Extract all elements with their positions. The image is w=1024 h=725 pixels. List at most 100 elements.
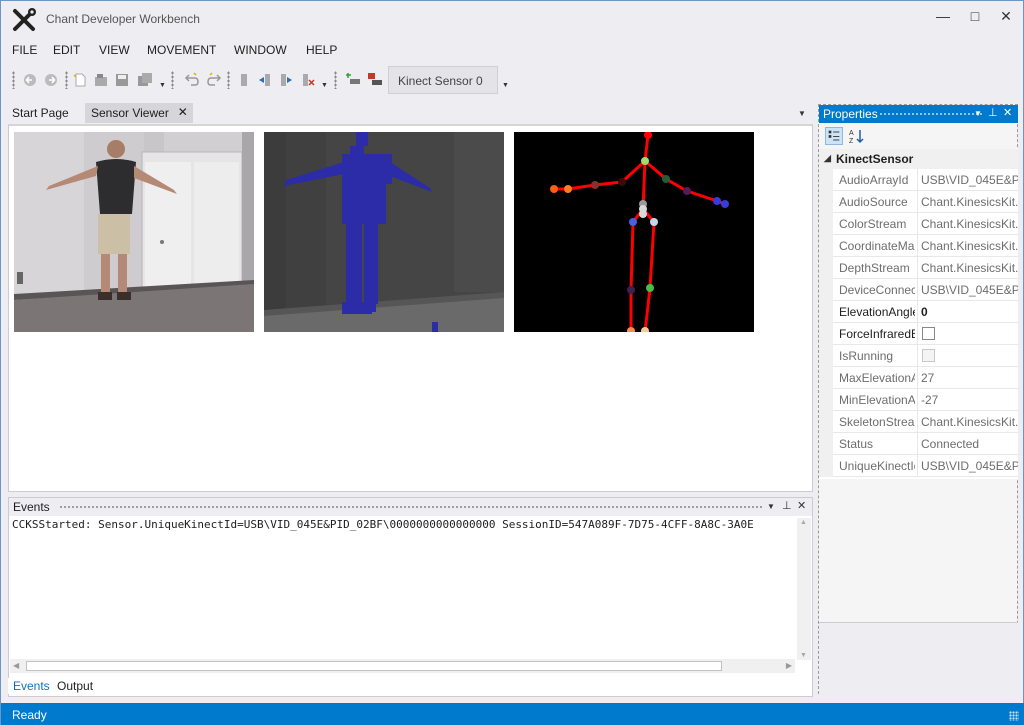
events-horizontal-scrollbar[interactable]: ◀ ▶ (10, 659, 795, 673)
force-infrared-checkbox[interactable] (922, 327, 935, 340)
panel-menu-chevron-icon[interactable]: ▼ (974, 109, 982, 118)
property-name: MinElevationAngle (839, 393, 915, 407)
tab-sensor-viewer[interactable]: Sensor Viewer ✕ (85, 103, 193, 123)
property-value[interactable]: Chant.KinesicsKit.C (917, 235, 1018, 257)
property-category[interactable]: ◢ KinectSensor (819, 149, 1018, 169)
menu-window[interactable]: WINDOW (234, 43, 287, 57)
window-title: Chant Developer Workbench (46, 12, 200, 26)
close-icon[interactable]: ✕ (1003, 106, 1012, 119)
bookmark-icon[interactable] (236, 72, 252, 88)
property-row[interactable]: Status Connected (819, 433, 1018, 455)
property-value[interactable]: -27 (917, 389, 1018, 411)
kinect-sensor-dropdown[interactable]: Kinect Sensor 0 (388, 66, 498, 94)
forward-icon[interactable] (43, 72, 59, 88)
bookmark-next-icon[interactable] (278, 72, 294, 88)
new-file-icon[interactable] (72, 72, 88, 88)
tab-events[interactable]: Events (8, 678, 55, 694)
tab-start-page[interactable]: Start Page (6, 103, 75, 123)
tab-sensor-viewer-label: Sensor Viewer (91, 106, 169, 120)
property-row[interactable]: ColorStream Chant.KinesicsKit.C (819, 213, 1018, 235)
property-value[interactable]: Connected (917, 433, 1018, 455)
property-value[interactable]: Chant.KinesicsKit.D (917, 257, 1018, 279)
panel-grip[interactable] (879, 112, 983, 117)
properties-panel-title: Properties (823, 107, 878, 121)
property-value (917, 323, 1018, 345)
close-window-button[interactable]: ✕ (991, 5, 1021, 27)
property-value[interactable]: Chant.KinesicsKit.S (917, 411, 1018, 433)
property-value[interactable]: 0 (917, 301, 1018, 323)
collapse-triangle-icon[interactable]: ◢ (824, 153, 831, 164)
property-row[interactable]: ElevationAngle 0 (819, 301, 1018, 323)
status-bar: Ready (1, 703, 1024, 725)
resize-grip-icon[interactable] (1009, 711, 1019, 721)
save-all-icon[interactable] (137, 72, 153, 88)
bottom-tab-strip: Events Output (8, 677, 813, 697)
chevron-down-icon[interactable]: ▼ (159, 82, 166, 89)
scroll-left-icon[interactable]: ◀ (13, 661, 19, 670)
minimize-button[interactable]: — (928, 5, 958, 27)
property-value[interactable]: USB\VID_045E&PID_ (917, 279, 1018, 301)
sensor-disconnect-icon[interactable] (367, 72, 383, 88)
back-icon[interactable] (22, 72, 38, 88)
horizontal-scroll-thumb[interactable] (26, 661, 722, 671)
property-value[interactable]: Chant.KinesicsKit.K (917, 191, 1018, 213)
property-value[interactable]: USB\VID_045E&PID_ (917, 455, 1018, 477)
pin-icon[interactable]: ⊥ (782, 499, 792, 512)
event-log-line: CCKSStarted: Sensor.UniqueKinectId=USB\V… (12, 518, 754, 531)
property-name: UniqueKinectId (839, 459, 915, 473)
property-row[interactable]: AudioArrayId USB\VID_045E&PID_ (819, 169, 1018, 191)
property-name: Status (839, 437, 874, 451)
property-row[interactable]: IsRunning (819, 345, 1018, 367)
tab-output[interactable]: Output (52, 678, 98, 694)
property-name: CoordinateMapper (839, 239, 915, 253)
save-icon[interactable] (114, 72, 130, 88)
events-vertical-scrollbar[interactable]: ▲ ▼ (797, 518, 811, 660)
property-row[interactable]: MinElevationAngle-27 (819, 389, 1018, 411)
undo-icon[interactable] (184, 72, 200, 88)
title-bar: Chant Developer Workbench — □ ✕ (1, 1, 1023, 37)
property-row[interactable]: DeviceConnectionIdUSB\VID_045E&PID_ (819, 279, 1018, 301)
property-value[interactable]: Chant.KinesicsKit.C (917, 213, 1018, 235)
close-icon[interactable]: ✕ (178, 105, 188, 119)
menu-view[interactable]: VIEW (99, 43, 130, 57)
property-row[interactable]: CoordinateMapperChant.KinesicsKit.C (819, 235, 1018, 257)
property-row[interactable]: ForceInfraredEmitterOff (819, 323, 1018, 345)
property-row[interactable]: SkeletonStreamChant.KinesicsKit.S (819, 411, 1018, 433)
chevron-down-icon[interactable]: ▼ (321, 82, 328, 89)
menu-edit[interactable]: EDIT (53, 43, 80, 57)
property-row[interactable]: MaxElevationAngle27 (819, 367, 1018, 389)
row-gutter (819, 257, 833, 279)
scroll-down-icon[interactable]: ▼ (800, 652, 807, 659)
close-icon[interactable]: ✕ (797, 499, 806, 512)
chevron-down-icon[interactable]: ▼ (502, 82, 509, 89)
events-panel-title: Events (13, 500, 50, 514)
property-name: ElevationAngle (839, 305, 915, 319)
categorized-view-icon[interactable] (825, 127, 843, 145)
property-category-label: KinectSensor (836, 152, 914, 166)
tools-icon (13, 8, 36, 31)
property-row[interactable]: DepthStream Chant.KinesicsKit.D (819, 257, 1018, 279)
pin-icon[interactable]: ⊥ (988, 106, 998, 119)
sensor-connect-icon[interactable] (345, 72, 361, 88)
property-value[interactable]: 27 (917, 367, 1018, 389)
maximize-button[interactable]: □ (960, 5, 990, 27)
scroll-up-icon[interactable]: ▲ (800, 519, 807, 526)
toolbar-grip[interactable] (12, 71, 15, 89)
alphabetical-sort-icon[interactable]: A Z (847, 127, 865, 145)
bookmark-prev-icon[interactable] (257, 72, 273, 88)
menu-movement[interactable]: MOVEMENT (147, 43, 216, 57)
open-icon[interactable] (93, 72, 109, 88)
property-row[interactable]: UniqueKinectIdUSB\VID_045E&PID_ (819, 455, 1018, 477)
property-value[interactable]: USB\VID_045E&PID_ (917, 169, 1018, 191)
scroll-right-icon[interactable]: ▶ (786, 661, 792, 670)
clear-bookmarks-icon[interactable] (300, 72, 316, 88)
tab-overflow-chevron-icon[interactable]: ▼ (798, 109, 806, 118)
menu-help[interactable]: HELP (306, 43, 337, 57)
is-running-checkbox (922, 349, 935, 362)
redo-icon[interactable] (206, 72, 222, 88)
panel-menu-chevron-icon[interactable]: ▼ (767, 502, 775, 511)
menu-file[interactable]: FILE (12, 43, 37, 57)
panel-grip[interactable] (59, 505, 763, 510)
properties-panel-header: Properties ▼ ⊥ ✕ (819, 105, 1018, 123)
property-row[interactable]: AudioSource Chant.KinesicsKit.K (819, 191, 1018, 213)
